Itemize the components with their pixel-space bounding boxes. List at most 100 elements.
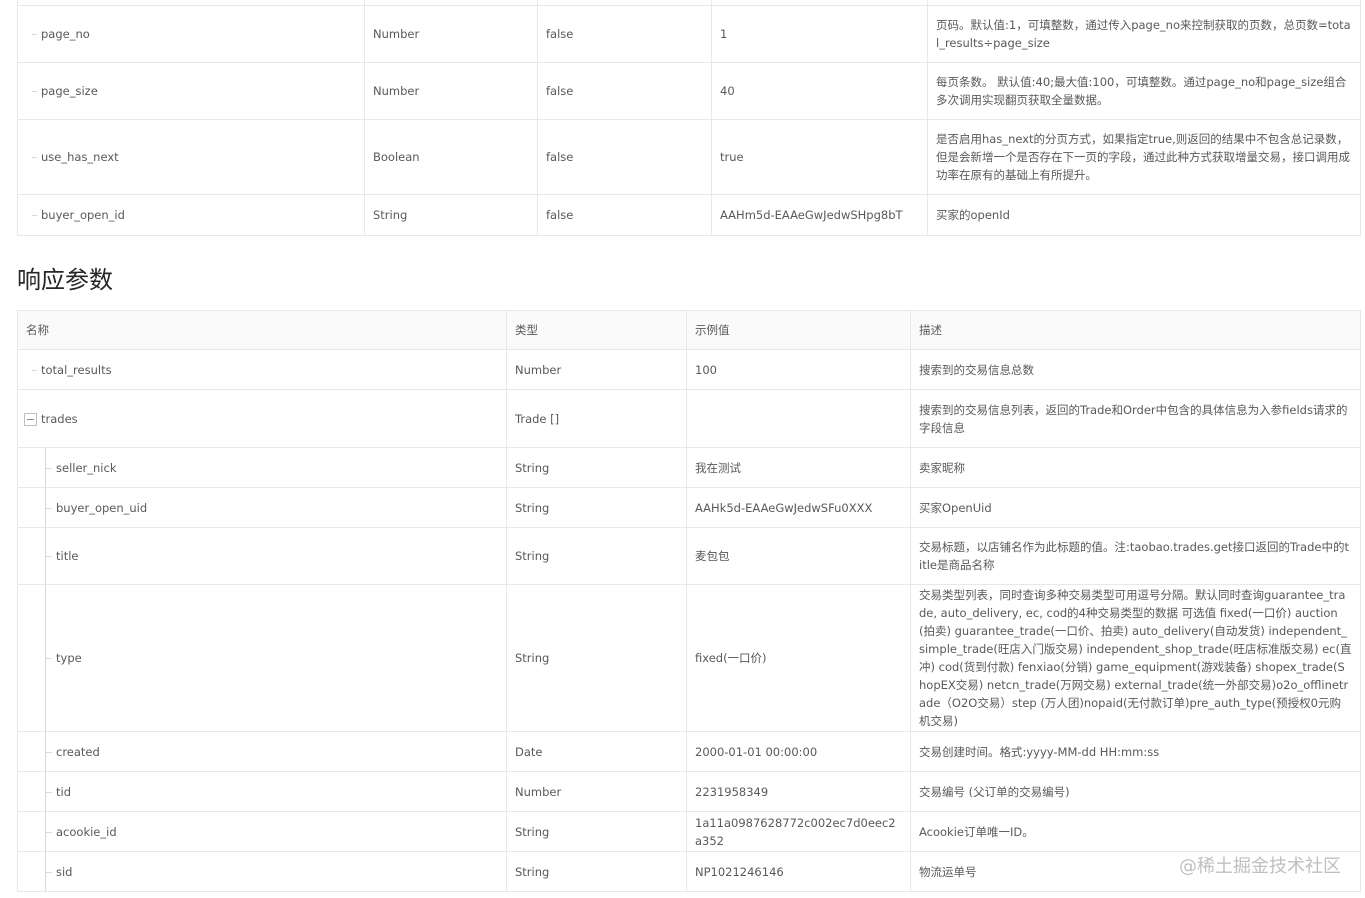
column-header-desc: 描述	[910, 310, 1361, 350]
field-name-cell: title	[17, 527, 507, 585]
field-name: buyer_open_uid	[56, 500, 148, 515]
field-desc: 交易标题，以店铺名作为此标题的值。注:taobao.trades.get接口返回…	[910, 527, 1361, 585]
field-type: String	[506, 811, 687, 852]
table-row: total_results Number 100 搜索到的交易信息总数	[17, 349, 1361, 390]
field-example: 1a11a0987628772c002ec7d0eec2a352	[686, 811, 911, 852]
param-required: false	[537, 5, 712, 63]
field-desc: 交易创建时间。格式:yyyy-MM-dd HH:mm:ss	[910, 731, 1361, 772]
field-name-cell: trades	[17, 389, 507, 448]
tree-connector	[32, 34, 37, 35]
param-type: Number	[364, 62, 538, 120]
field-name-cell: buyer_open_uid	[17, 487, 507, 528]
table-row: sid String NP1021246146 物流运单号	[17, 851, 1361, 892]
param-desc: 页码。默认值:1，可填整数，通过传入page_no来控制获取的页数，总页数=to…	[927, 5, 1361, 63]
field-type: String	[506, 447, 687, 488]
param-example: 1	[711, 5, 928, 63]
table-row: type String fixed(一口价) 交易类型列表，同时查询多种交易类型…	[17, 584, 1361, 732]
param-name: use_has_next	[41, 150, 119, 164]
field-name: type	[56, 651, 82, 665]
field-name: trades	[41, 411, 78, 426]
tree-connector	[46, 467, 52, 469]
field-name-cell: seller_nick	[17, 447, 507, 488]
section-title: 响应参数	[17, 266, 113, 294]
param-required: false	[537, 62, 712, 120]
tree-connector	[46, 791, 52, 793]
param-example: 40	[711, 62, 928, 120]
table-row: use_has_next Boolean false true 是否启用has_…	[17, 119, 1361, 195]
table-row: trades Trade [] 搜索到的交易信息列表，返回的Trade和Orde…	[17, 389, 1361, 448]
tree-connector	[46, 507, 52, 509]
field-example: 麦包包	[686, 527, 911, 585]
tree-connector	[46, 751, 52, 753]
param-type: Number	[364, 5, 538, 63]
param-name-cell: page_no	[17, 5, 365, 63]
field-desc: 买家OpenUid	[910, 487, 1361, 528]
table-row: buyer_open_id String false AAHm5d-EAAeGw…	[17, 194, 1361, 236]
response-params-table: 名称 类型 示例值 描述 total_results Number 100 搜索…	[17, 310, 1361, 892]
field-type: String	[506, 584, 687, 732]
param-desc: 买家的openId	[927, 194, 1361, 236]
collapse-toggle-icon[interactable]	[24, 412, 37, 426]
field-name: total_results	[41, 362, 112, 377]
field-name-cell: sid	[17, 851, 507, 892]
param-name: buyer_open_id	[41, 208, 125, 222]
field-example: 2000-01-01 00:00:00	[686, 731, 911, 772]
field-example: fixed(一口价)	[686, 584, 911, 732]
param-desc: 是否启用has_next的分页方式，如果指定true,则返回的结果中不包含总记录…	[927, 119, 1361, 195]
tree-connector	[32, 369, 37, 371]
table-row: page_no Number false 1 页码。默认值:1，可填整数，通过传…	[17, 5, 1361, 63]
field-desc: 搜索到的交易信息总数	[910, 349, 1361, 390]
table-row: title String 麦包包 交易标题，以店铺名作为此标题的值。注:taob…	[17, 527, 1361, 585]
param-example: true	[711, 119, 928, 195]
table-row: seller_nick String 我在测试 卖家昵称	[17, 447, 1361, 488]
param-desc: 每页条数。 默认值:40;最大值:100，可填整数。通过page_no和page…	[927, 62, 1361, 120]
field-type: Number	[506, 349, 687, 390]
param-required: false	[537, 119, 712, 195]
param-name-cell: use_has_next	[17, 119, 365, 195]
column-header-type: 类型	[506, 310, 687, 350]
column-header-example: 示例值	[686, 310, 911, 350]
watermark: @稀土掘金技术社区	[1179, 856, 1341, 877]
table-row: tid Number 2231958349 交易编号 (父订单的交易编号)	[17, 771, 1361, 812]
column-header-name: 名称	[17, 310, 507, 350]
field-desc: 卖家昵称	[910, 447, 1361, 488]
field-name: acookie_id	[56, 824, 117, 839]
field-example: 2231958349	[686, 771, 911, 812]
param-name: page_no	[41, 27, 90, 41]
field-name: tid	[56, 784, 72, 799]
field-name-cell: total_results	[17, 349, 507, 390]
field-example: 100	[686, 349, 911, 390]
field-desc: 搜索到的交易信息列表，返回的Trade和Order中包含的具体信息为入参fiel…	[910, 389, 1361, 448]
tree-connector	[32, 91, 37, 92]
field-type: String	[506, 851, 687, 892]
field-example: 我在测试	[686, 447, 911, 488]
tree-connector	[46, 831, 52, 833]
tree-connector	[46, 556, 52, 557]
param-name: page_size	[41, 84, 98, 98]
field-name-cell: type	[17, 584, 507, 732]
field-name: created	[56, 744, 100, 759]
field-type: Trade []	[506, 389, 687, 448]
table-header-row: 名称 类型 示例值 描述	[17, 310, 1361, 350]
field-name: seller_nick	[56, 460, 117, 475]
table-row: buyer_open_uid String AAHk5d-EAAeGwJedwS…	[17, 487, 1361, 528]
field-name-cell: acookie_id	[17, 811, 507, 852]
param-name-cell: page_size	[17, 62, 365, 120]
param-example: AAHm5d-EAAeGwJedwSHpg8bT	[711, 194, 928, 236]
field-name: sid	[56, 864, 73, 879]
field-example: NP1021246146	[686, 851, 911, 892]
param-type: String	[364, 194, 538, 236]
field-name-cell: created	[17, 731, 507, 772]
field-example	[686, 389, 911, 448]
tree-connector	[46, 871, 52, 873]
field-desc: 交易类型列表，同时查询多种交易类型可用逗号分隔。默认同时查询guarantee_…	[910, 584, 1361, 732]
request-params-table: page_no Number false 1 页码。默认值:1，可填整数，通过传…	[17, 0, 1361, 236]
table-row: page_size Number false 40 每页条数。 默认值:40;最…	[17, 62, 1361, 120]
param-name-cell: buyer_open_id	[17, 194, 365, 236]
field-type: Number	[506, 771, 687, 812]
field-name-cell: tid	[17, 771, 507, 812]
table-row: created Date 2000-01-01 00:00:00 交易创建时间。…	[17, 731, 1361, 772]
field-desc: 交易编号 (父订单的交易编号)	[910, 771, 1361, 812]
tree-connector	[32, 157, 37, 158]
table-row: acookie_id String 1a11a0987628772c002ec7…	[17, 811, 1361, 852]
